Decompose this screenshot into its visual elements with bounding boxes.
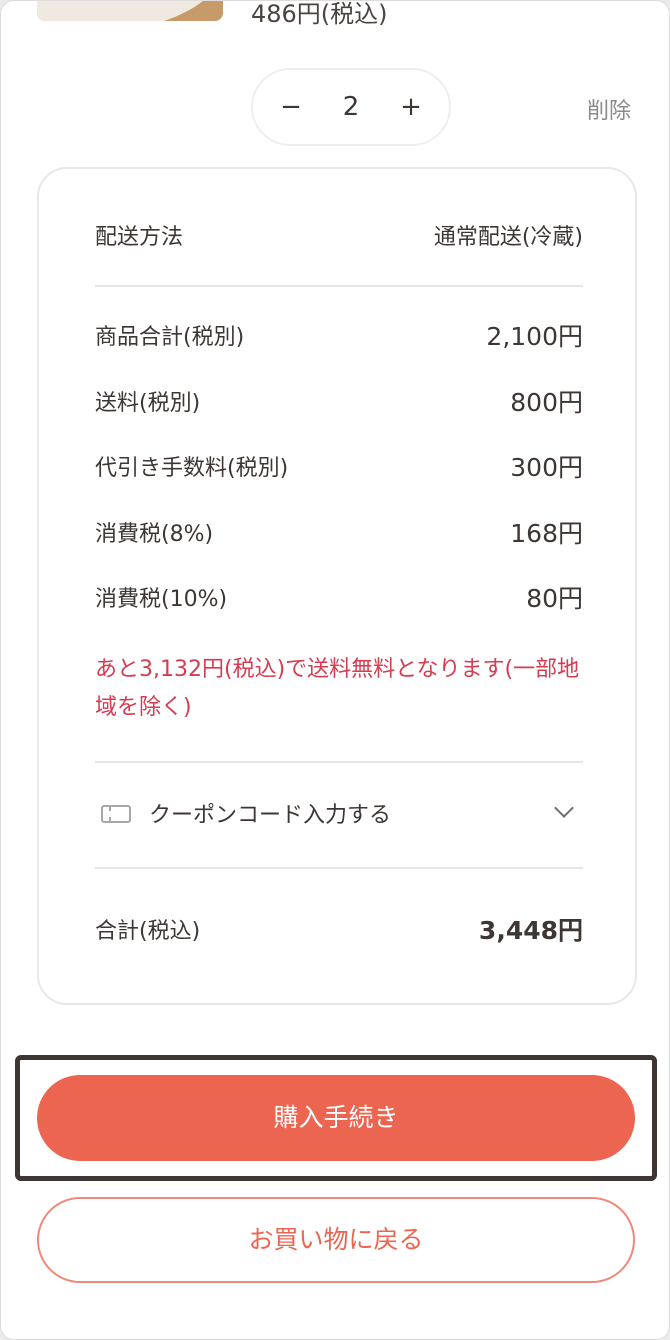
coupon-code-toggle[interactable]: クーポンコード入力する [95,765,583,865]
subtotal-label: 商品合計(税別) [95,325,245,350]
tax-8-label: 消費税(8%) [95,522,214,547]
divider [95,867,583,869]
tax-10-value: 80円 [526,584,583,613]
coupon-code-label: クーポンコード入力する [149,803,392,828]
product-plate-image [37,1,222,21]
tax-8-row: 消費税(8%) 168円 [95,514,583,550]
shipping-fee-row: 送料(税別) 800円 [95,383,583,419]
subtotal-value: 2,100円 [486,322,583,351]
checkout-button[interactable]: 購入手続き [37,1075,635,1161]
subtotal-row: 商品合計(税別) 2,100円 [95,317,583,353]
shipping-fee-label: 送料(税別) [95,391,201,416]
delete-item-link[interactable]: 削除 [587,93,631,125]
chevron-down-icon [554,798,574,818]
product-thumbnail[interactable] [37,1,223,21]
product-price: 486円(税込) [251,0,388,28]
shipping-method-value: 通常配送(冷蔵) [433,225,583,250]
shipping-fee-value: 800円 [510,388,583,417]
cod-fee-label: 代引き手数料(税別) [95,456,289,481]
cart-page: 486円(税込) − 2 + 削除 配送方法 通常配送(冷蔵) 商品合計(税別)… [0,0,670,1340]
coupon-ticket-icon [101,805,131,823]
total-value: 3,448円 [478,916,583,945]
cod-fee-value: 300円 [510,453,583,482]
decrease-quantity-button[interactable]: − [261,70,321,144]
increase-quantity-button[interactable]: + [381,70,441,144]
divider [95,285,583,287]
tax-8-value: 168円 [510,519,583,548]
free-shipping-notice: あと3,132円(税込)で送料無料となります(一部地域を除く) [95,657,580,720]
divider [95,761,583,763]
total-row: 合計(税込) 3,448円 [95,911,583,947]
order-summary-card: 配送方法 通常配送(冷蔵) 商品合計(税別) 2,100円 送料(税別) 800… [37,167,637,1005]
tax-10-row: 消費税(10%) 80円 [95,579,583,615]
shipping-method-label: 配送方法 [95,225,184,250]
quantity-value: 2 [342,92,360,122]
total-label: 合計(税込) [95,919,201,944]
quantity-stepper: − 2 + [251,68,451,146]
shipping-method-row: 配送方法 通常配送(冷蔵) [95,219,583,251]
tax-10-label: 消費税(10%) [95,587,228,612]
cod-fee-row: 代引き手数料(税別) 300円 [95,448,583,484]
back-to-shopping-button[interactable]: お買い物に戻る [37,1197,635,1283]
